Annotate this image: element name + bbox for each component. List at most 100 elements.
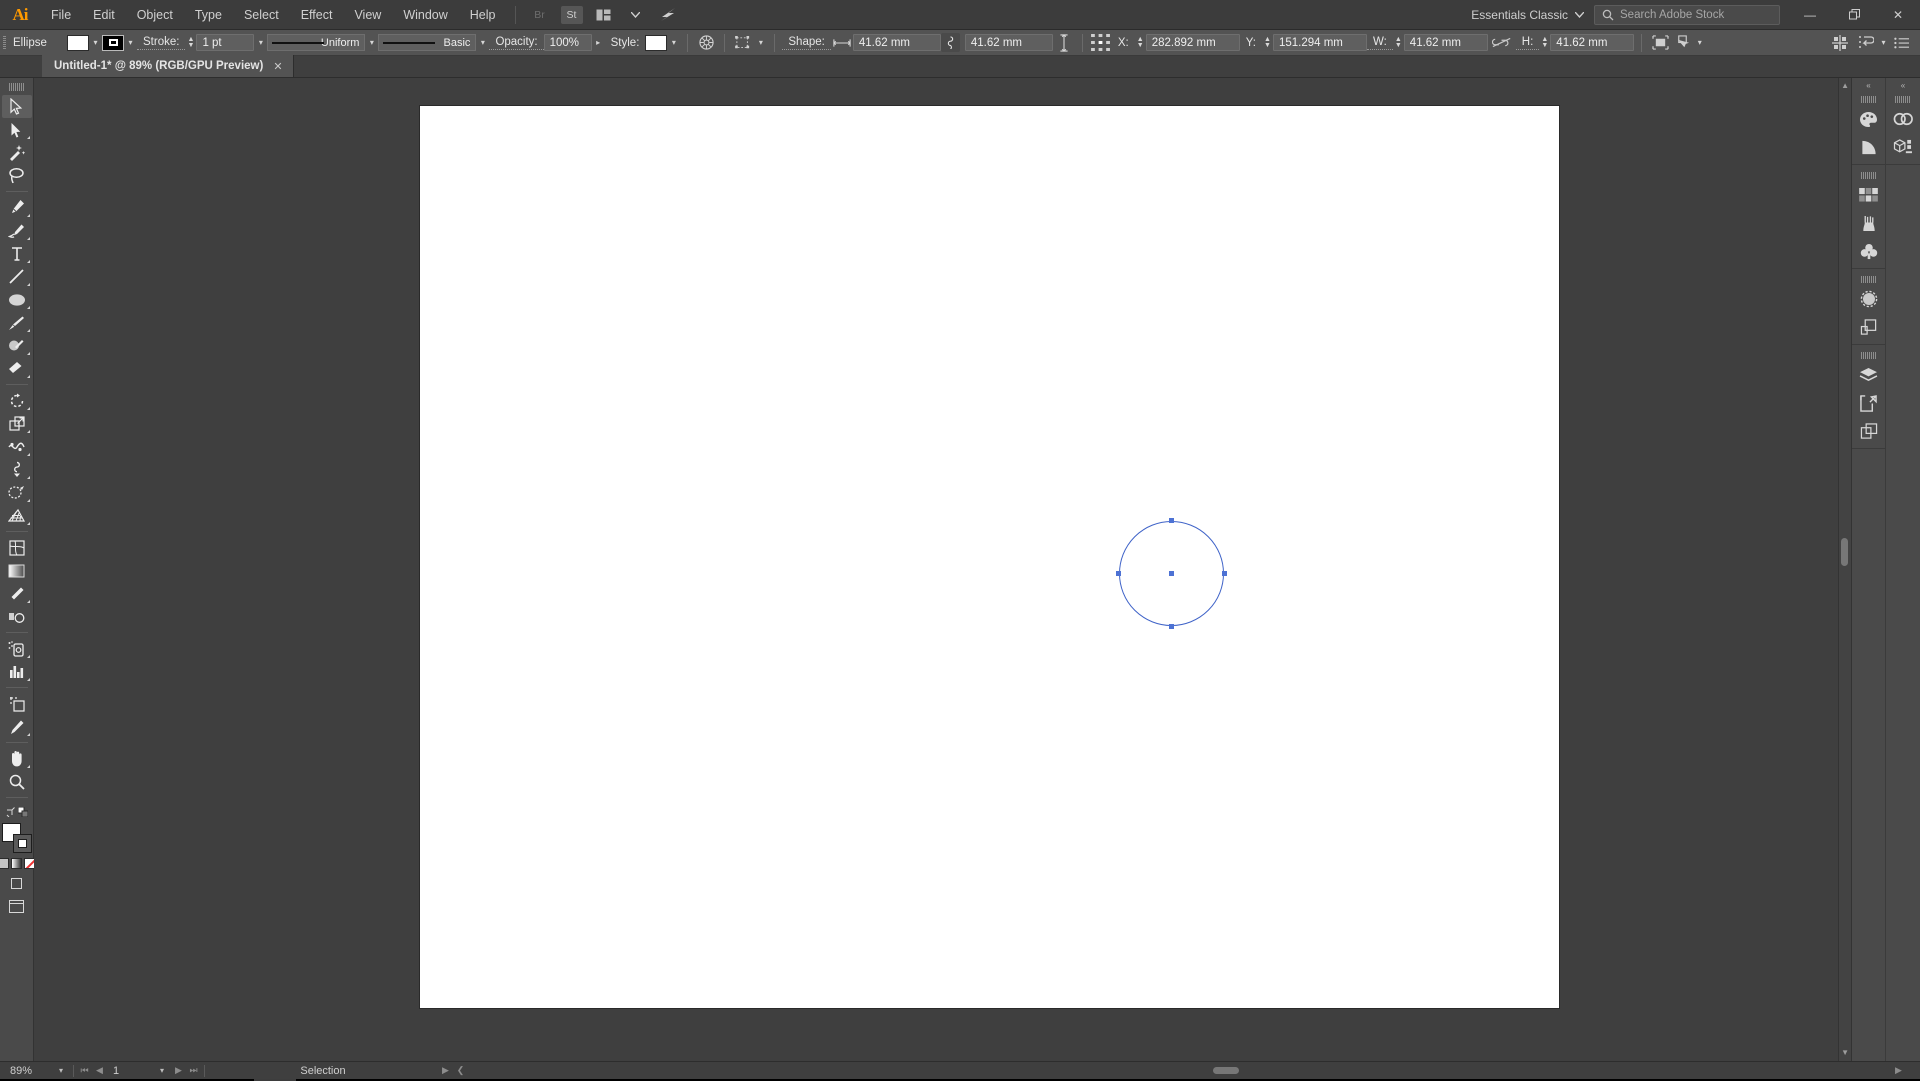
graphic-style-swatch[interactable]: [645, 34, 668, 51]
type-tool[interactable]: [2, 242, 32, 265]
scroll-up-icon[interactable]: ▲: [1841, 81, 1849, 90]
artboard[interactable]: [420, 106, 1559, 1008]
screen-mode-icon[interactable]: [2, 895, 32, 917]
control-bar-grip[interactable]: [0, 30, 9, 56]
direct-selection-tool[interactable]: [2, 118, 32, 141]
x-position-field[interactable]: 282.892 mm: [1145, 34, 1240, 51]
last-artboard-button[interactable]: ⏭: [186, 1065, 201, 1076]
shape-builder-tool[interactable]: [2, 481, 32, 504]
width-field[interactable]: 41.62 mm: [1403, 34, 1488, 51]
transform-panel-icon[interactable]: [732, 33, 754, 53]
right-dock-grip-a3[interactable]: [1860, 276, 1877, 283]
symbols-icon[interactable]: [1854, 237, 1884, 265]
workspace-switcher[interactable]: Essentials Classic: [1461, 4, 1594, 26]
handle-right[interactable]: [1222, 571, 1227, 576]
artboard-tool[interactable]: [2, 692, 32, 715]
free-transform-tool[interactable]: [2, 458, 32, 481]
pathfinder-icon[interactable]: [1854, 313, 1884, 341]
blend-tool[interactable]: [2, 605, 32, 628]
height-label[interactable]: H:: [1515, 36, 1540, 50]
window-close-button[interactable]: ✕: [1876, 0, 1920, 30]
perspective-grid-tool[interactable]: [2, 504, 32, 527]
variable-width-caret-icon[interactable]: ▾: [365, 35, 378, 51]
opacity-label[interactable]: Opacity:: [489, 36, 544, 50]
constrain-shape-proportions-button[interactable]: [940, 33, 960, 52]
window-restore-button[interactable]: [1832, 0, 1876, 30]
vertical-scrollbar[interactable]: ▲ ▼: [1838, 78, 1851, 1061]
menu-type[interactable]: Type: [184, 0, 233, 30]
fill-color-caret-icon[interactable]: ▾: [89, 35, 102, 51]
3d-materials-icon[interactable]: [1888, 133, 1918, 161]
stroke-color-caret-icon[interactable]: ▾: [124, 35, 137, 51]
recolor-artwork-icon[interactable]: [695, 33, 717, 53]
stroke-weight-field[interactable]: 1 pt: [196, 34, 255, 51]
color-icon[interactable]: [1854, 105, 1884, 133]
variable-width-profile-field[interactable]: Uniform: [267, 34, 366, 51]
selected-ellipse[interactable]: [1116, 518, 1227, 629]
scroll-down-icon[interactable]: ▼: [1841, 1048, 1849, 1057]
color-guide-icon[interactable]: [1854, 133, 1884, 161]
layers-icon[interactable]: [1854, 361, 1884, 389]
canvas-area[interactable]: ▲ ▼: [34, 78, 1851, 1061]
window-minimize-button[interactable]: —: [1788, 0, 1832, 30]
width-stepper[interactable]: ▲ ▼: [1393, 35, 1404, 51]
brushes-icon[interactable]: [1854, 209, 1884, 237]
shaper-tool[interactable]: [2, 334, 32, 357]
status-flyout-icon[interactable]: ▶: [438, 1065, 453, 1076]
magic-wand-tool[interactable]: [2, 141, 32, 164]
wrap-text-caret-icon[interactable]: ▾: [1877, 35, 1890, 51]
eraser-tool[interactable]: [2, 357, 32, 380]
stroke-icon[interactable]: [1854, 285, 1884, 313]
transform-icon[interactable]: [1854, 417, 1884, 445]
artboard-number-field[interactable]: 1: [107, 1065, 153, 1077]
y-position-stepper[interactable]: ▲ ▼: [1262, 35, 1273, 51]
align-panel-icon[interactable]: [1829, 33, 1851, 53]
constrain-wh-proportions-icon[interactable]: [1488, 33, 1516, 53]
select-similar-caret-icon[interactable]: ▾: [1693, 35, 1706, 51]
color-mode-buttons[interactable]: [0, 858, 35, 869]
illustrator-launch-icon[interactable]: [655, 5, 681, 25]
symbol-sprayer-tool[interactable]: [2, 637, 32, 660]
menu-select[interactable]: Select: [233, 0, 290, 30]
toolbox-grip[interactable]: [8, 83, 25, 91]
scale-tool[interactable]: [2, 412, 32, 435]
right-dock-grip-b1[interactable]: [1895, 96, 1911, 103]
stroke-weight-stepper[interactable]: ▲ ▼: [185, 35, 196, 51]
right-dock-grip-a4[interactable]: [1860, 352, 1877, 359]
x-position-stepper[interactable]: ▲ ▼: [1135, 35, 1146, 51]
gradient-tool[interactable]: [2, 559, 32, 582]
zoom-tool[interactable]: [2, 770, 32, 793]
color-button[interactable]: [0, 858, 9, 869]
horizontal-scroll-thumb[interactable]: [1213, 1066, 1239, 1074]
stock-button[interactable]: St: [559, 5, 585, 25]
right-dock-grip-a1[interactable]: [1860, 96, 1877, 103]
eyedropper-tool[interactable]: [2, 582, 32, 605]
width-label[interactable]: W:: [1366, 36, 1393, 50]
horizontal-scrollbar[interactable]: [468, 1065, 1891, 1077]
status-collapse-icon[interactable]: ❮: [453, 1065, 468, 1076]
slice-tool[interactable]: [2, 715, 32, 738]
stroke-color-swatch[interactable]: [102, 34, 124, 51]
collapse-panel-b-icon[interactable]: «: [1886, 78, 1920, 92]
first-artboard-button[interactable]: ⏮: [77, 1065, 92, 1076]
menu-edit[interactable]: Edit: [82, 0, 126, 30]
width-tool[interactable]: [2, 435, 32, 458]
pen-tool[interactable]: [2, 196, 32, 219]
menu-help[interactable]: Help: [459, 0, 507, 30]
ellipse-tool[interactable]: [2, 288, 32, 311]
gradient-button[interactable]: [11, 858, 22, 869]
panel-menu-icon[interactable]: [1890, 33, 1912, 53]
document-tab[interactable]: Untitled-1* @ 89% (RGB/GPU Preview) ✕: [42, 55, 294, 77]
rotate-tool[interactable]: [2, 389, 32, 412]
fill-stroke-color-box[interactable]: [1, 823, 32, 853]
next-artboard-button[interactable]: ▶: [171, 1065, 186, 1076]
height-field[interactable]: 41.62 mm: [1550, 34, 1635, 51]
zoom-level-field[interactable]: 89%: [0, 1065, 52, 1077]
transform-caret-icon[interactable]: ▾: [754, 35, 767, 51]
hand-tool[interactable]: [2, 747, 32, 770]
artboards-icon[interactable]: [1854, 389, 1884, 417]
transform-each-icon[interactable]: [1649, 33, 1671, 53]
brush-definition-caret-icon[interactable]: ▾: [476, 35, 489, 51]
artboard-caret-icon[interactable]: ▾: [153, 1066, 171, 1075]
height-stepper[interactable]: ▲ ▼: [1539, 35, 1550, 51]
